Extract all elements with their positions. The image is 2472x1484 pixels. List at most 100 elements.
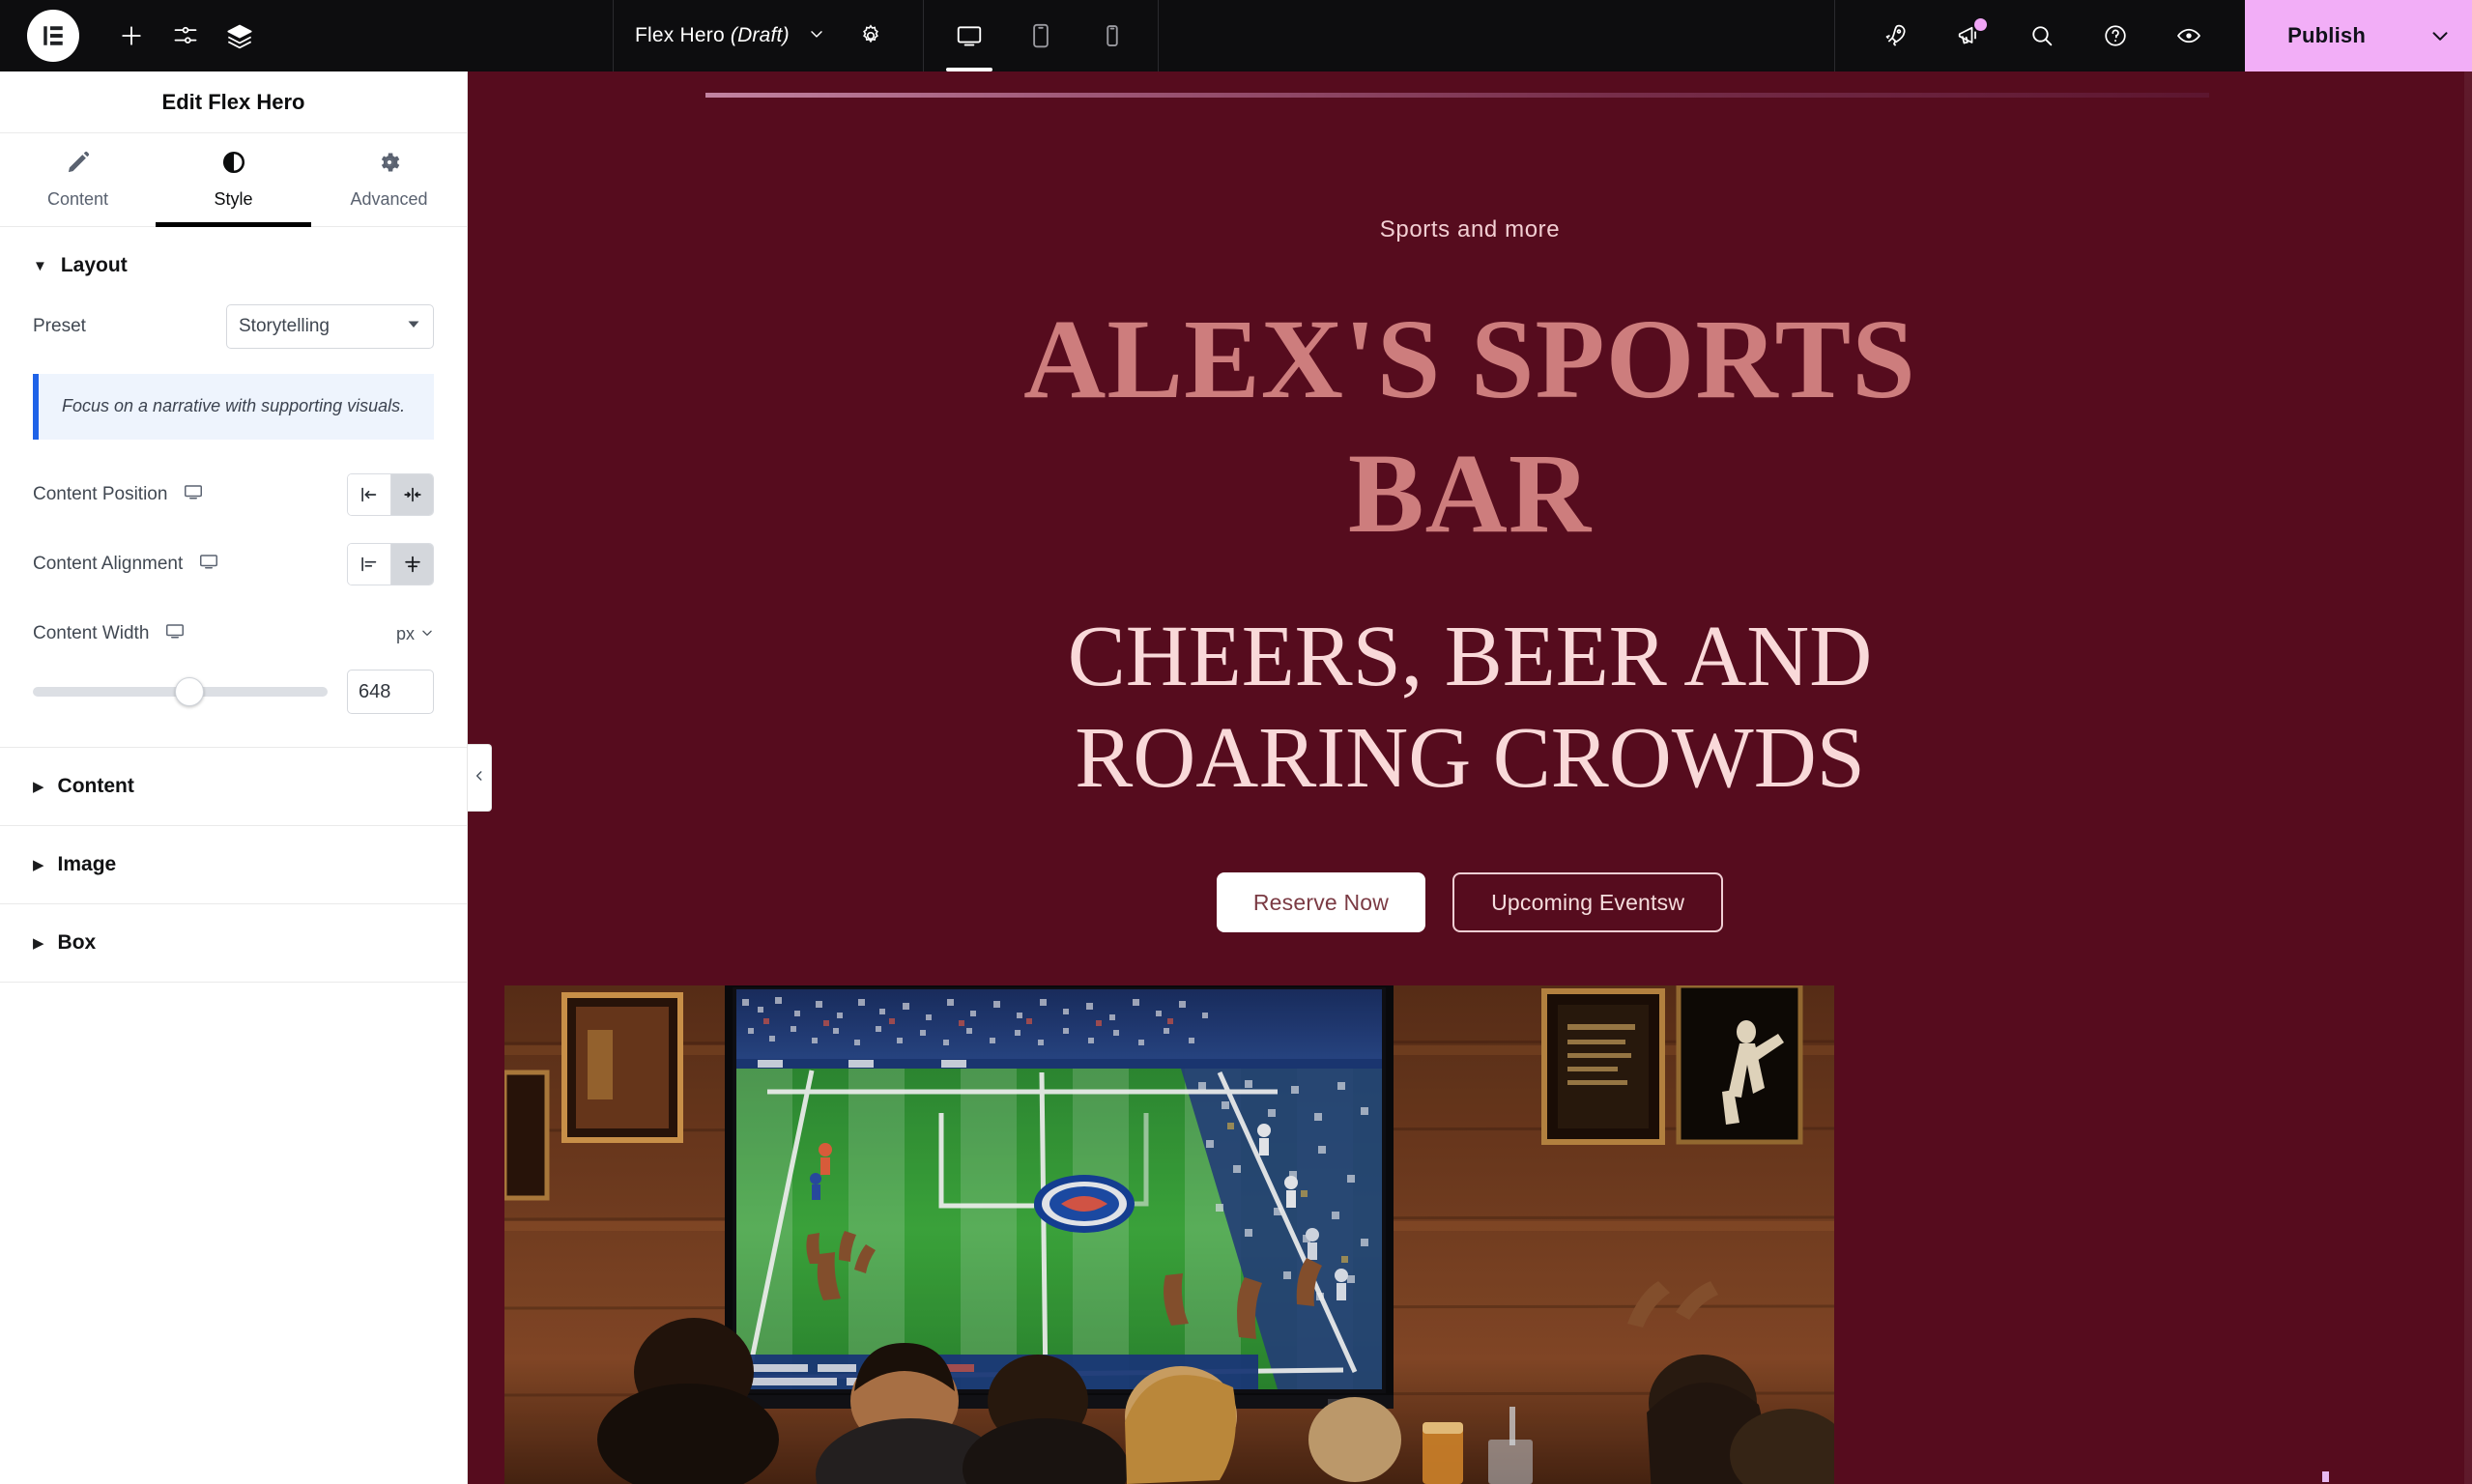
control-content-position: Content Position <box>33 472 434 517</box>
notification-badge <box>1974 18 1988 31</box>
preset-label: Preset <box>33 316 86 336</box>
pencil-icon <box>66 150 91 180</box>
content-position-toggle-group <box>347 473 434 517</box>
tab-content[interactable]: Content <box>0 133 156 226</box>
hero-eyebrow: Sports and more <box>1379 216 1561 243</box>
monitor-icon[interactable] <box>164 620 186 647</box>
hero-subtitle: CHEERS, BEER AND ROARING CROWDS <box>1067 609 1873 806</box>
editor-settings-panel: Edit Flex Hero Content Style Advanced ▼ … <box>0 71 468 1484</box>
rocket-icon[interactable] <box>1868 9 1922 63</box>
content-alignment-label-group: Content Alignment <box>33 551 219 578</box>
preset-description-notice: Focus on a narrative with supporting vis… <box>33 374 434 441</box>
caret-right-icon: ▶ <box>33 778 44 795</box>
control-content-width-header: Content Width px <box>33 612 434 656</box>
hero-title: ALEX'S SPORTS BAR <box>1023 296 1916 557</box>
preset-select-wrapper: Storytelling <box>226 304 434 349</box>
content-width-input[interactable] <box>347 670 434 715</box>
caret-right-icon: ▶ <box>33 856 44 873</box>
question-circle-icon[interactable] <box>2088 9 2142 63</box>
elementor-logo-icon[interactable] <box>27 10 79 62</box>
panel-header: Edit Flex Hero <box>0 71 467 133</box>
top-bar-right-group: Publish <box>1834 0 2472 71</box>
monitor-icon[interactable] <box>183 481 204 508</box>
caret-right-icon: ▶ <box>33 934 44 952</box>
editor-top-bar: Flex Hero (Draft) Publish <box>0 0 2472 71</box>
content-alignment-label: Content Alignment <box>33 554 184 575</box>
document-title-text: Flex Hero <box>635 24 725 46</box>
preset-description-text: Focus on a narrative with supporting vis… <box>62 396 406 415</box>
tab-style[interactable]: Style <box>156 133 311 227</box>
section-layout-title: Layout <box>60 254 128 276</box>
panel-tabs: Content Style Advanced <box>0 133 467 227</box>
document-state: (Draft) <box>730 24 790 46</box>
device-desktop-button[interactable] <box>934 0 1005 71</box>
search-icon[interactable] <box>2015 9 2069 63</box>
page-title: Edit Flex Hero <box>161 89 305 114</box>
hero-image[interactable] <box>504 985 1834 1484</box>
section-content: ▶ Content <box>0 748 467 827</box>
content-position-center-button[interactable] <box>390 474 433 516</box>
section-image-title: Image <box>57 853 117 876</box>
document-title[interactable]: Flex Hero (Draft) <box>635 24 790 47</box>
preset-select[interactable]: Storytelling <box>226 304 434 349</box>
hero-section[interactable]: Sports and more ALEX'S SPORTS BAR CHEERS… <box>468 71 2472 933</box>
publish-options-chevron-down-icon[interactable] <box>2408 0 2472 71</box>
content-position-label: Content Position <box>33 484 168 505</box>
chevron-down-icon[interactable] <box>807 24 826 48</box>
section-box-header[interactable]: ▶ Box <box>0 904 467 982</box>
megaphone-icon[interactable] <box>1941 9 1996 63</box>
gear-icon <box>377 150 402 180</box>
preview-canvas: Sports and more ALEX'S SPORTS BAR CHEERS… <box>468 71 2472 1484</box>
eye-icon[interactable] <box>2162 9 2216 63</box>
content-width-label: Content Width <box>33 623 150 644</box>
publish-button[interactable]: Publish <box>2245 0 2408 71</box>
sliders-icon[interactable] <box>158 9 213 63</box>
panel-collapse-handle[interactable] <box>468 744 492 812</box>
section-content-title: Content <box>57 775 134 798</box>
content-alignment-toggle-group <box>347 543 434 586</box>
monitor-icon[interactable] <box>198 551 219 578</box>
section-image: ▶ Image <box>0 826 467 905</box>
section-layout-body: Preset Storytelling Focus on a narrative… <box>0 304 467 747</box>
top-bar-center-group: Flex Hero (Draft) <box>613 0 1159 71</box>
section-box: ▶ Box <box>0 904 467 984</box>
reserve-now-button[interactable]: Reserve Now <box>1216 872 1426 933</box>
tab-style-label: Style <box>214 189 253 209</box>
canvas-resize-indicator <box>2322 1471 2329 1482</box>
canvas-scrollbar[interactable] <box>2464 71 2472 1484</box>
section-layout: ▼ Layout Preset Storytelling Focus on a … <box>0 227 467 749</box>
tab-advanced[interactable]: Advanced <box>311 133 467 226</box>
caret-down-icon: ▼ <box>33 257 47 274</box>
content-position-label-group: Content Position <box>33 481 204 508</box>
device-mobile-button[interactable] <box>1077 0 1148 71</box>
content-alignment-center-button[interactable] <box>390 544 433 585</box>
content-alignment-start-button[interactable] <box>348 544 390 585</box>
section-image-header[interactable]: ▶ Image <box>0 826 467 903</box>
chevron-left-icon <box>473 769 486 787</box>
section-box-title: Box <box>57 931 97 955</box>
content-width-slider-thumb[interactable] <box>174 677 204 707</box>
control-preset: Preset Storytelling <box>33 304 434 349</box>
layers-icon[interactable] <box>213 9 267 63</box>
section-layout-header[interactable]: ▼ Layout <box>0 227 467 304</box>
sports-bar-photo-illustration <box>504 985 1834 1484</box>
contrast-icon <box>221 150 246 180</box>
content-width-slider[interactable] <box>33 677 328 707</box>
content-width-unit-selector[interactable]: px <box>396 624 434 644</box>
content-width-label-group: Content Width <box>33 620 186 647</box>
control-content-alignment: Content Alignment <box>33 542 434 586</box>
plus-icon[interactable] <box>104 9 158 63</box>
tab-advanced-label: Advanced <box>350 189 428 209</box>
content-width-slider-row <box>33 670 434 715</box>
content-position-start-button[interactable] <box>348 474 390 516</box>
upcoming-events-button[interactable]: Upcoming Eventsw <box>1452 872 1724 933</box>
device-tablet-button[interactable] <box>1005 0 1077 71</box>
tab-content-label: Content <box>46 189 109 209</box>
section-content-header[interactable]: ▶ Content <box>0 748 467 825</box>
document-controls: Flex Hero (Draft) <box>613 0 924 71</box>
content-width-unit-label: px <box>395 623 415 643</box>
top-bar-tools <box>1834 0 2245 71</box>
top-bar-left-group <box>0 0 267 71</box>
gear-icon[interactable] <box>844 9 898 63</box>
hero-button-group: Reserve Now Upcoming Eventsw <box>1216 872 1724 933</box>
